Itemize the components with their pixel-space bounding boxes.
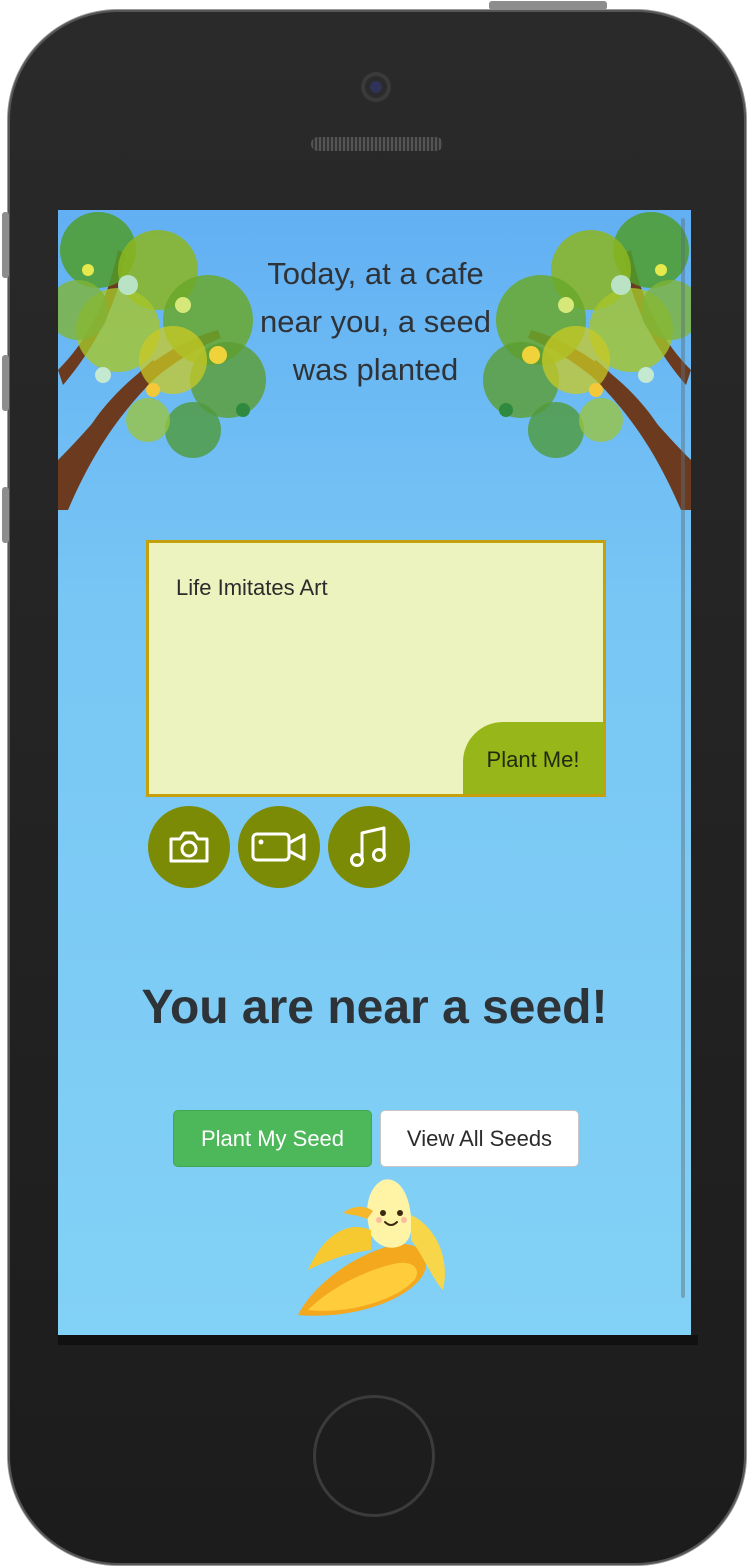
music-note-icon xyxy=(350,826,386,867)
video-button[interactable] xyxy=(238,806,320,888)
home-button[interactable] xyxy=(313,1395,435,1517)
tree-right-illustration xyxy=(483,212,691,510)
seed-note-card[interactable]: Life Imitates Art Plant Me! xyxy=(146,540,606,797)
media-buttons-row xyxy=(148,806,410,888)
camera-button[interactable] xyxy=(148,806,230,888)
headline-text: Today, at a cafe near you, a seed was pl… xyxy=(260,256,491,387)
scrollbar[interactable] xyxy=(681,218,685,1298)
plant-me-button[interactable]: Plant Me! xyxy=(463,722,603,794)
plant-my-seed-button[interactable]: Plant My Seed xyxy=(173,1110,372,1167)
screen-bottom-edge xyxy=(58,1335,698,1345)
earpiece-speaker xyxy=(311,137,443,151)
phone-volume-down xyxy=(2,487,9,543)
banana-mascot-illustration xyxy=(298,1179,445,1316)
action-buttons-row: Plant My Seed View All Seeds xyxy=(173,1110,579,1167)
music-button[interactable] xyxy=(328,806,410,888)
phone-top-button xyxy=(489,1,607,10)
phone-side-button xyxy=(2,212,9,278)
camera-icon xyxy=(169,831,209,863)
video-camera-icon xyxy=(251,832,306,862)
view-all-seeds-button[interactable]: View All Seeds xyxy=(380,1110,579,1167)
tree-left-illustration xyxy=(58,212,266,510)
front-camera xyxy=(361,72,391,102)
near-seed-message: You are near a seed! xyxy=(141,981,608,1034)
seed-note-text: Life Imitates Art xyxy=(176,575,328,600)
app-screen: Today, at a cafe near you, a seed was pl… xyxy=(58,210,691,1335)
phone-volume-up xyxy=(2,355,9,411)
